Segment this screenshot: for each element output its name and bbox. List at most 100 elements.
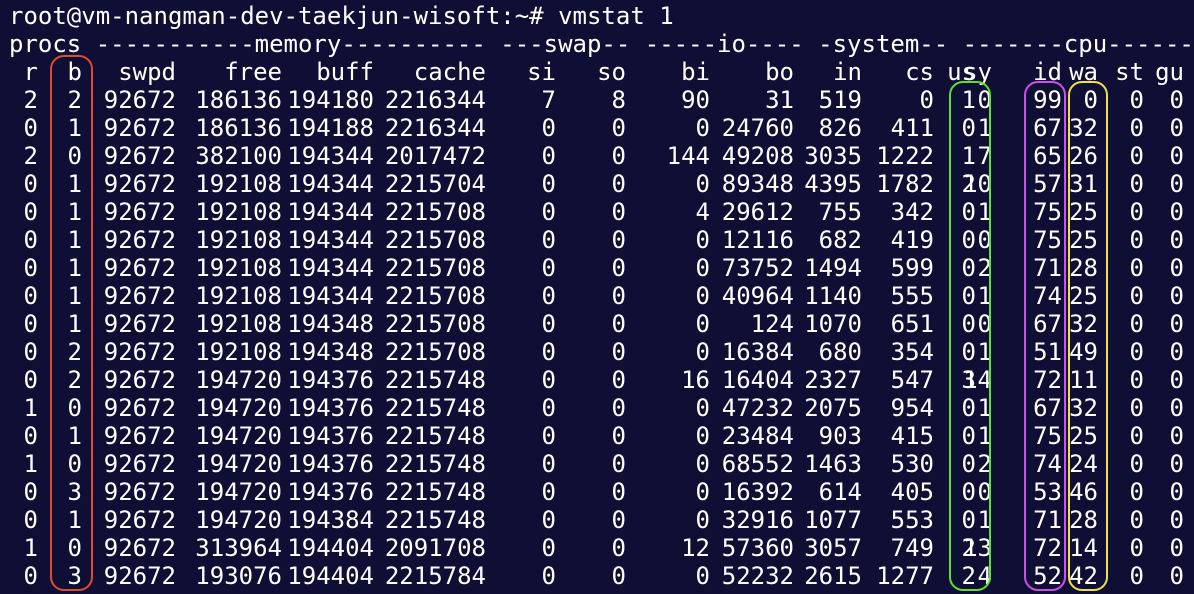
cell-sy: 0 xyxy=(977,226,992,254)
cell-free: 193076 xyxy=(195,562,282,590)
cell-sy: 2 xyxy=(977,450,992,478)
cell-so: 0 xyxy=(611,394,626,422)
cell-id: 72 xyxy=(1033,366,1062,394)
cell-gu: 0 xyxy=(1169,142,1184,170)
cell-swpd: 92672 xyxy=(103,450,176,478)
cell-bi: 0 xyxy=(695,506,710,534)
cell-b: 2 xyxy=(67,86,82,114)
cell-buff: 194376 xyxy=(287,422,374,450)
cell-free: 382100 xyxy=(195,142,282,170)
cell-cs: 354 xyxy=(890,338,934,366)
cell-buff: 194344 xyxy=(287,226,374,254)
column-header-cs: cs xyxy=(905,58,934,86)
cell-cache: 2215708 xyxy=(384,198,486,226)
cell-bo: 40964 xyxy=(721,282,794,310)
cell-cache: 2215708 xyxy=(384,226,486,254)
cell-swpd: 92672 xyxy=(103,562,176,590)
cell-cs: 419 xyxy=(890,226,934,254)
cell-si: 0 xyxy=(541,366,556,394)
cell-b: 1 xyxy=(67,114,82,142)
cell-sy: 2 xyxy=(977,254,992,282)
cell-b: 2 xyxy=(67,366,82,394)
cell-id: 74 xyxy=(1033,282,1062,310)
cell-bo: 57360 xyxy=(721,534,794,562)
cell-free: 194720 xyxy=(195,394,282,422)
cell-st: 0 xyxy=(1129,534,1144,562)
cell-sy: 1 xyxy=(977,422,992,450)
cell-buff: 194344 xyxy=(287,282,374,310)
cell-bi: 0 xyxy=(695,282,710,310)
cell-r: 2 xyxy=(23,86,38,114)
cell-wa: 25 xyxy=(1069,226,1098,254)
cell-bi: 0 xyxy=(695,254,710,282)
cell-r: 0 xyxy=(23,114,38,142)
cell-wa: 14 xyxy=(1069,534,1098,562)
cell-st: 0 xyxy=(1129,86,1144,114)
cell-buff: 194188 xyxy=(287,114,374,142)
cell-gu: 0 xyxy=(1169,282,1184,310)
cell-id: 74 xyxy=(1033,450,1062,478)
cell-buff: 194384 xyxy=(287,506,374,534)
cell-id: 52 xyxy=(1033,562,1062,590)
cell-bo: 29612 xyxy=(721,198,794,226)
cell-bi: 0 xyxy=(695,310,710,338)
cell-cache: 2215708 xyxy=(384,310,486,338)
cell-r: 0 xyxy=(23,198,38,226)
cell-st: 0 xyxy=(1129,198,1144,226)
column-header-st: st xyxy=(1115,58,1144,86)
cell-free: 194720 xyxy=(195,450,282,478)
cell-bi: 0 xyxy=(695,114,710,142)
cell-id: 65 xyxy=(1033,142,1062,170)
cell-id: 75 xyxy=(1033,198,1062,226)
terminal-window[interactable]: root@vm-nangman-dev-taekjun-wisoft:~# vm… xyxy=(0,0,1194,594)
cell-bi: 0 xyxy=(695,422,710,450)
cell-r: 0 xyxy=(23,422,38,450)
cell-in: 2327 xyxy=(804,366,862,394)
cell-cache: 2215748 xyxy=(384,366,486,394)
cell-gu: 0 xyxy=(1169,506,1184,534)
cell-cache: 2215784 xyxy=(384,562,486,590)
cell-id: 67 xyxy=(1033,394,1062,422)
cell-bo: 47232 xyxy=(721,394,794,422)
cell-bi: 0 xyxy=(695,450,710,478)
cell-si: 0 xyxy=(541,478,556,506)
cell-swpd: 92672 xyxy=(103,170,176,198)
cell-si: 0 xyxy=(541,450,556,478)
cell-in: 2075 xyxy=(804,394,862,422)
cell-swpd: 92672 xyxy=(103,506,176,534)
cell-sy: 0 xyxy=(977,310,992,338)
cell-cs: 1222 xyxy=(876,142,934,170)
cell-buff: 194348 xyxy=(287,338,374,366)
column-header-id: id xyxy=(1033,58,1062,86)
cell-in: 614 xyxy=(818,478,862,506)
cell-so: 0 xyxy=(611,338,626,366)
cell-gu: 0 xyxy=(1169,534,1184,562)
cell-wa: 32 xyxy=(1069,394,1098,422)
cell-cache: 2215708 xyxy=(384,282,486,310)
cell-sy: 1 xyxy=(977,506,992,534)
cell-wa: 49 xyxy=(1069,338,1098,366)
cell-in: 3057 xyxy=(804,534,862,562)
cell-si: 0 xyxy=(541,338,556,366)
cell-buff: 194344 xyxy=(287,142,374,170)
cell-cs: 553 xyxy=(890,506,934,534)
cell-cs: 555 xyxy=(890,282,934,310)
cell-si: 0 xyxy=(541,534,556,562)
cell-id: 51 xyxy=(1033,338,1062,366)
cell-wa: 24 xyxy=(1069,450,1098,478)
cell-wa: 32 xyxy=(1069,310,1098,338)
cell-si: 0 xyxy=(541,506,556,534)
cell-buff: 194404 xyxy=(287,534,374,562)
cell-wa: 26 xyxy=(1069,142,1098,170)
cell-swpd: 92672 xyxy=(103,394,176,422)
cell-free: 192108 xyxy=(195,282,282,310)
cell-wa: 0 xyxy=(1083,86,1098,114)
cell-bi: 4 xyxy=(695,198,710,226)
cell-id: 99 xyxy=(1033,86,1062,114)
cell-so: 0 xyxy=(611,226,626,254)
cell-so: 0 xyxy=(611,282,626,310)
cell-wa: 46 xyxy=(1069,478,1098,506)
cell-swpd: 92672 xyxy=(103,86,176,114)
cell-si: 0 xyxy=(541,282,556,310)
cell-st: 0 xyxy=(1129,450,1144,478)
